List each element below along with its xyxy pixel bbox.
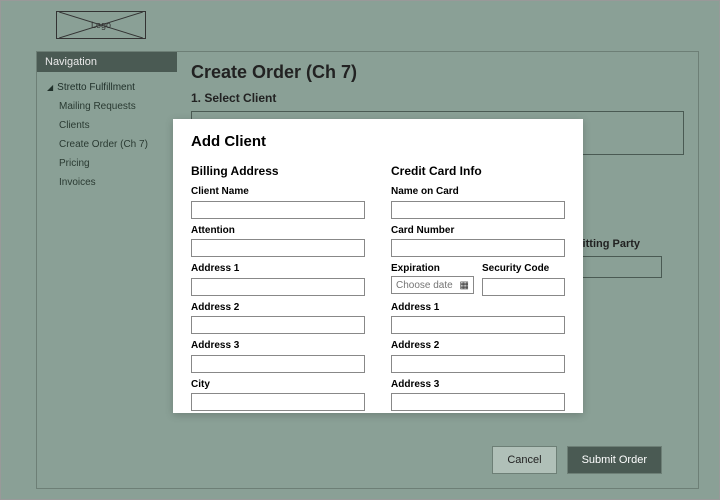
label-client-name: Client Name: [191, 186, 365, 197]
label-expiration: Expiration: [391, 263, 474, 274]
add-client-modal: Add Client Billing Address Client Name A…: [173, 119, 583, 413]
label-cc-address2: Address 2: [391, 340, 565, 351]
sidebar: Navigation ◢ Stretto Fulfillment Mailing…: [37, 52, 177, 488]
page-title: Create Order (Ch 7): [191, 62, 684, 83]
input-name-on-card[interactable]: [391, 201, 565, 219]
sidebar-item-create-order[interactable]: Create Order (Ch 7): [41, 135, 173, 154]
label-cc-address1: Address 1: [391, 302, 565, 313]
cc-header: Credit Card Info: [391, 164, 565, 178]
label-name-on-card: Name on Card: [391, 186, 565, 197]
input-expiration[interactable]: [396, 280, 458, 291]
nav-group: ◢ Stretto Fulfillment Mailing Requests C…: [37, 72, 177, 198]
input-billing-address3[interactable]: [191, 355, 365, 373]
input-cc-address2[interactable]: [391, 355, 565, 373]
nav-header: Navigation: [37, 52, 177, 72]
viewport: Logo Navigation ◢ Stretto Fulfillment Ma…: [0, 0, 720, 500]
input-billing-address2[interactable]: [191, 316, 365, 334]
footer-buttons: Cancel Submit Order: [492, 446, 662, 474]
input-card-number[interactable]: [391, 239, 565, 257]
sidebar-item-clients[interactable]: Clients: [41, 116, 173, 135]
label-cc-address3: Address 3: [391, 379, 565, 390]
label-attention: Attention: [191, 225, 365, 236]
input-attention[interactable]: [191, 239, 365, 257]
label-billing-address2: Address 2: [191, 302, 365, 313]
input-billing-city[interactable]: [191, 393, 365, 411]
sidebar-item-invoices[interactable]: Invoices: [41, 173, 173, 192]
billing-header: Billing Address: [191, 164, 365, 178]
input-client-name[interactable]: [191, 201, 365, 219]
sidebar-item-mailing-requests[interactable]: Mailing Requests: [41, 97, 173, 116]
input-billing-address1[interactable]: [191, 278, 365, 296]
caret-down-icon: ◢: [47, 83, 53, 92]
input-security-code[interactable]: [482, 278, 565, 296]
label-billing-address1: Address 1: [191, 263, 365, 274]
submit-order-button[interactable]: Submit Order: [567, 446, 662, 474]
cancel-button[interactable]: Cancel: [492, 446, 556, 474]
calendar-icon: ▦: [460, 280, 469, 291]
label-card-number: Card Number: [391, 225, 565, 236]
logo-label: Logo: [91, 20, 111, 30]
sidebar-item-pricing[interactable]: Pricing: [41, 154, 173, 173]
label-billing-address3: Address 3: [191, 340, 365, 351]
expiration-picker[interactable]: ▦: [391, 276, 474, 294]
nav-parent-stretto[interactable]: ◢ Stretto Fulfillment: [41, 78, 173, 97]
input-cc-address1[interactable]: [391, 316, 565, 334]
nav-parent-label: Stretto Fulfillment: [57, 82, 135, 93]
label-security-code: Security Code: [482, 263, 565, 274]
label-billing-city: City: [191, 379, 365, 390]
modal-title: Add Client: [191, 133, 565, 150]
cc-column: Credit Card Info Name on Card Card Numbe…: [391, 164, 565, 411]
section-select-client: 1. Select Client: [191, 91, 684, 105]
logo: Logo: [56, 11, 146, 39]
billing-column: Billing Address Client Name Attention Ad…: [191, 164, 365, 411]
input-cc-address3[interactable]: [391, 393, 565, 411]
